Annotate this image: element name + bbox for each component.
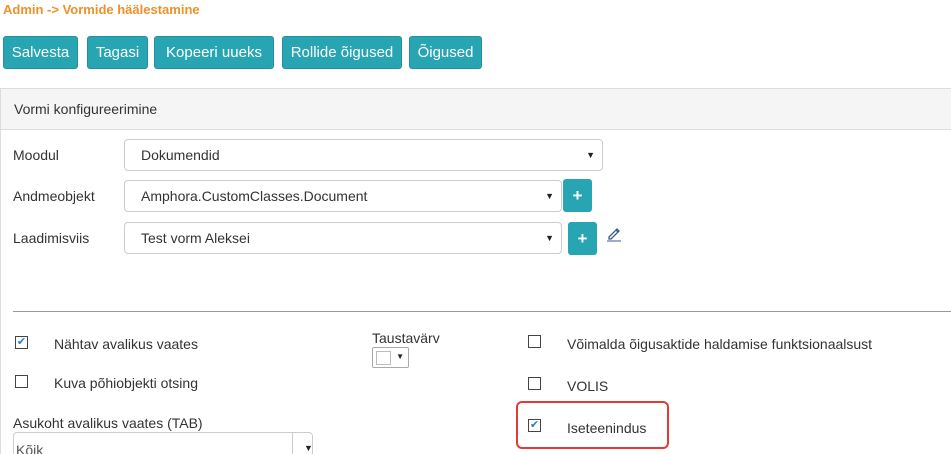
volis-checkbox[interactable] — [528, 377, 541, 390]
tab-location-label: Asukoht avalikus vaates (TAB) — [13, 415, 203, 431]
show-main-search-label: Kuva põhiobjekti otsing — [54, 375, 198, 391]
background-color-label: Taustavärv — [372, 330, 440, 346]
tab-location-select[interactable]: Kõik ▼ — [13, 432, 313, 454]
data-object-label: Andmeobjekt — [13, 188, 95, 204]
color-swatch — [376, 351, 391, 365]
highlight-box — [516, 401, 669, 449]
caret-down-icon: ▼ — [545, 191, 554, 201]
layout-select-value: Test vorm Aleksei — [141, 230, 250, 246]
panel-header: Vormi konfigureerimine — [0, 88, 951, 130]
enable-legal-acts-label: Võimalda õigusaktide haldamise funktsion… — [567, 336, 873, 352]
save-button[interactable]: Salvesta — [3, 36, 78, 69]
caret-down-icon: ▼ — [586, 150, 595, 160]
caret-down-icon: ▼ — [545, 233, 554, 243]
add-data-object-button[interactable]: + — [563, 179, 592, 212]
visible-public-label: Nähtav avalikus vaates — [54, 336, 198, 352]
panel-body — [0, 130, 951, 454]
volis-label: VOLIS — [567, 378, 609, 394]
panel-title: Vormi konfigureerimine — [14, 101, 158, 117]
data-object-select[interactable]: Amphora.CustomClasses.Document ▼ — [124, 180, 562, 212]
checkmark-icon: ✔ — [16, 336, 27, 348]
module-label: Moodul — [13, 147, 59, 163]
back-button[interactable]: Tagasi — [87, 36, 148, 69]
module-select[interactable]: Dokumendid ▼ — [124, 139, 603, 171]
layout-label: Laadimisviis — [13, 230, 90, 246]
pencil-icon[interactable] — [606, 226, 622, 242]
show-main-search-checkbox[interactable] — [15, 375, 28, 388]
visible-public-checkbox[interactable]: ✔ — [15, 336, 28, 349]
rights-button[interactable]: Õigused — [409, 36, 482, 69]
layout-select[interactable]: Test vorm Aleksei ▼ — [124, 222, 562, 254]
caret-down-icon: ▼ — [304, 443, 313, 453]
breadcrumb: Admin -> Vormide häälestamine — [3, 2, 200, 17]
role-rights-button[interactable]: Rollide õigused — [282, 36, 402, 69]
caret-down-icon: ▼ — [396, 352, 404, 361]
select-separator — [292, 433, 293, 454]
add-layout-button[interactable]: + — [568, 222, 597, 255]
background-color-picker[interactable]: ▼ — [372, 347, 409, 368]
enable-legal-acts-checkbox[interactable] — [528, 335, 541, 348]
data-object-select-value: Amphora.CustomClasses.Document — [141, 188, 368, 204]
tab-location-value: Kõik — [16, 442, 44, 454]
module-select-value: Dokumendid — [141, 147, 220, 163]
section-divider — [13, 311, 951, 312]
copy-new-button[interactable]: Kopeeri uueks — [154, 36, 274, 69]
